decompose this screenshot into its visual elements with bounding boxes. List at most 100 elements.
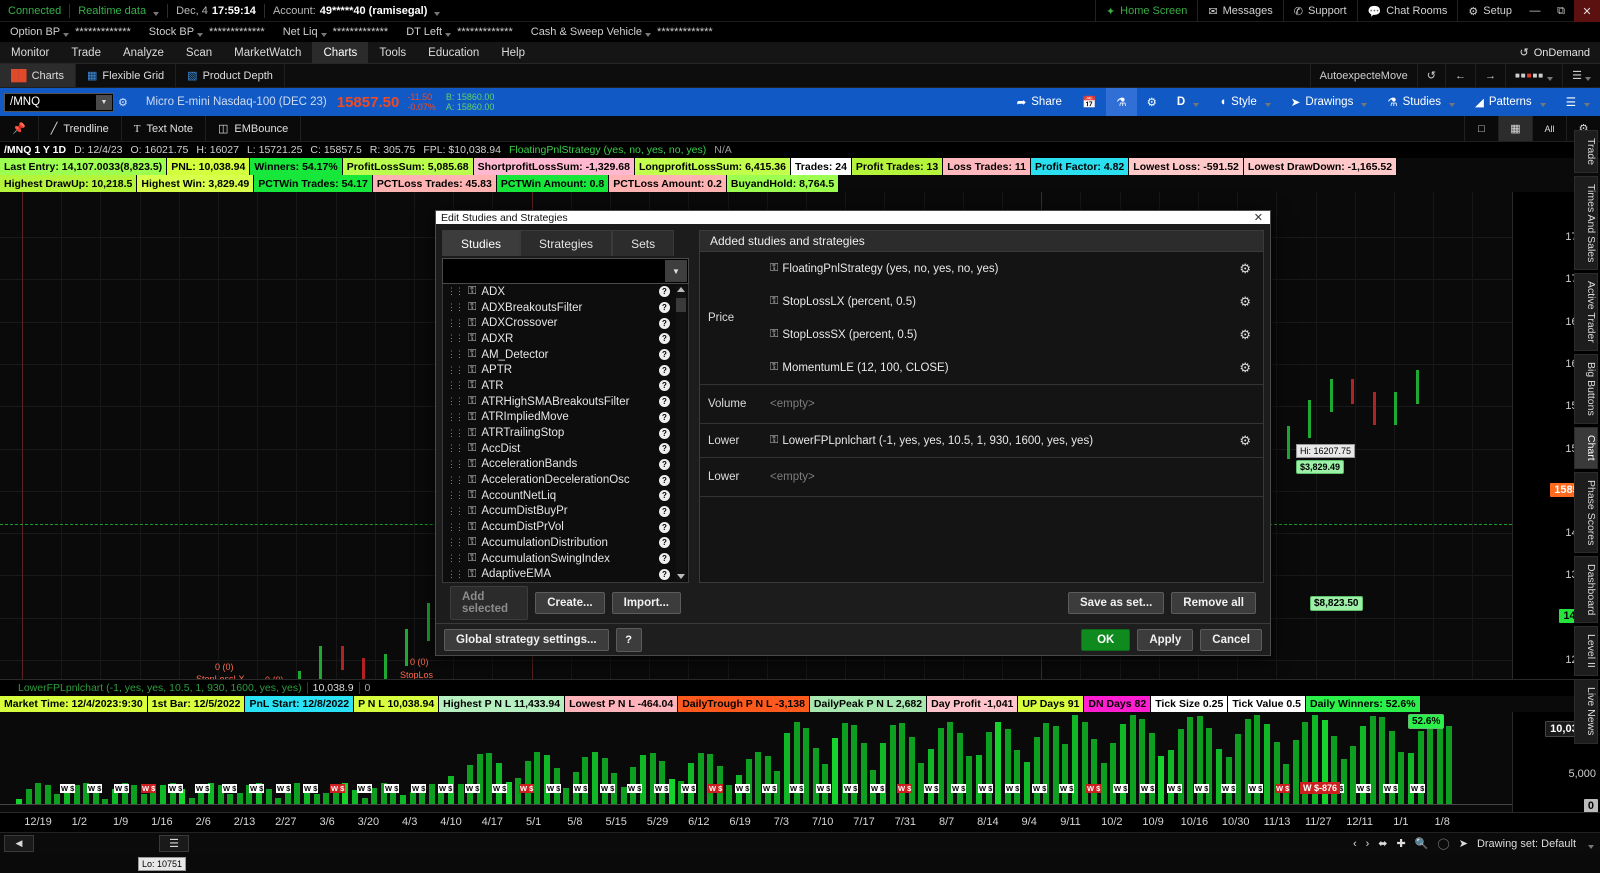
drawings-button[interactable]: ➤Drawings bbox=[1281, 88, 1378, 116]
studies-button[interactable]: ⚗Studies bbox=[1377, 88, 1465, 116]
menu-item-marketwatch[interactable]: MarketWatch bbox=[223, 42, 312, 63]
drag-handle-icon[interactable]: ⋮⋮ bbox=[447, 443, 463, 454]
chevron-down-icon[interactable]: ▼ bbox=[96, 95, 112, 110]
trendline-tool[interactable]: ╱Trendline bbox=[39, 116, 122, 141]
dialog-close-icon[interactable]: ✕ bbox=[1252, 211, 1265, 224]
help-icon[interactable]: ? bbox=[659, 553, 670, 564]
dock-tab-level-ii[interactable]: Level II bbox=[1574, 626, 1598, 676]
style-button[interactable]: ◖Style bbox=[1209, 88, 1281, 116]
home-screen-button[interactable]: ✦Home Screen bbox=[1095, 0, 1197, 22]
lower-study-name[interactable]: LowerFPLpnlchart (-1, yes, yes, 10.5, 1,… bbox=[0, 682, 302, 694]
help-icon[interactable]: ? bbox=[659, 396, 670, 407]
single-chart-button[interactable]: □ bbox=[1464, 116, 1498, 141]
text-note-tool[interactable]: TText Note bbox=[122, 116, 206, 141]
restore-button[interactable]: ⧉ bbox=[1548, 0, 1574, 22]
dialog-tab-studies[interactable]: Studies bbox=[442, 230, 520, 256]
edit-studies-dialog[interactable]: Edit Studies and Strategies ✕ StudiesStr… bbox=[435, 210, 1271, 656]
help-icon[interactable]: ? bbox=[659, 506, 670, 517]
add-selected-button[interactable]: Add selected bbox=[450, 586, 528, 620]
snapshot-button[interactable]: 📅 bbox=[1072, 88, 1106, 116]
menu-item-monitor[interactable]: Monitor bbox=[0, 42, 60, 63]
tab-charts[interactable]: ██ Charts bbox=[0, 64, 76, 87]
added-studies-list[interactable]: Price⚿FloatingPnlStrategy (yes, no, yes,… bbox=[699, 252, 1264, 583]
drawing-set-label[interactable]: Drawing set: Default bbox=[1477, 838, 1576, 850]
help-icon[interactable]: ? bbox=[659, 428, 670, 439]
gear-icon[interactable]: ⚙ bbox=[1239, 433, 1251, 449]
drag-handle-icon[interactable]: ⋮⋮ bbox=[447, 333, 463, 344]
menu-item-analyze[interactable]: Analyze bbox=[112, 42, 175, 63]
time-axis[interactable]: 12/191/21/91/162/62/132/273/63/204/34/10… bbox=[0, 812, 1600, 832]
study-list-item[interactable]: ⋮⋮⚿AccelerationDecelerationOsc? bbox=[443, 472, 688, 488]
drag-handle-icon[interactable]: ⋮⋮ bbox=[447, 537, 463, 548]
tab-flexible-grid[interactable]: ▦ Flexible Grid bbox=[76, 64, 176, 87]
dock-tab-active-trader[interactable]: Active Trader bbox=[1574, 273, 1598, 351]
chart-menu-button[interactable]: ☰ bbox=[1556, 88, 1600, 116]
forward-button[interactable]: → bbox=[1475, 64, 1505, 88]
drag-handle-icon[interactable]: ⋮⋮ bbox=[447, 349, 463, 360]
dock-tab-live-news[interactable]: Live News bbox=[1574, 679, 1598, 743]
messages-button[interactable]: ✉Messages bbox=[1197, 0, 1282, 22]
study-list-item[interactable]: ⋮⋮⚿AccumulationSwingIndex? bbox=[443, 551, 688, 567]
menu-item-charts[interactable]: Charts bbox=[312, 42, 368, 63]
added-study-item[interactable]: ⚿StopLossLX (percent, 0.5)⚙ bbox=[770, 285, 1263, 318]
cancel-button[interactable]: Cancel bbox=[1200, 629, 1262, 651]
study-list-item[interactable]: ⋮⋮⚿AccumDistPrVol? bbox=[443, 519, 688, 535]
drag-handle-icon[interactable]: ⋮⋮ bbox=[447, 286, 463, 297]
back-button[interactable]: ← bbox=[1445, 64, 1475, 88]
account-selector[interactable]: Account: 49*****40 (ramisegal) bbox=[265, 0, 448, 22]
dock-tab-big-buttons[interactable]: Big Buttons bbox=[1574, 354, 1598, 424]
menu-item-scan[interactable]: Scan bbox=[175, 42, 223, 63]
added-study-item[interactable]: ⚿StopLossSX (percent, 0.5)⚙ bbox=[770, 318, 1263, 351]
gear-icon[interactable]: ⚙ bbox=[1239, 261, 1251, 277]
drag-handle-icon[interactable]: ⋮⋮ bbox=[447, 490, 463, 501]
share-button[interactable]: ➦Share bbox=[1007, 88, 1072, 116]
setup-button[interactable]: ⚙Setup bbox=[1457, 0, 1522, 22]
drag-handle-icon[interactable]: ⋮⋮ bbox=[447, 318, 463, 329]
realtime-data-status[interactable]: Realtime data bbox=[70, 0, 167, 22]
menu-item-tools[interactable]: Tools bbox=[368, 42, 417, 63]
chart-reset-button[interactable]: ☰ bbox=[159, 835, 189, 852]
added-study-item[interactable]: ⚿LowerFPLpnlchart (-1, yes, yes, 10.5, 1… bbox=[770, 424, 1263, 457]
close-button[interactable]: ✕ bbox=[1574, 0, 1600, 22]
menu-button[interactable]: ☰ bbox=[1562, 64, 1600, 88]
minimize-button[interactable]: — bbox=[1522, 0, 1548, 22]
menu-item-trade[interactable]: Trade bbox=[60, 42, 112, 63]
study-list-item[interactable]: ⋮⋮⚿ADX? bbox=[443, 284, 688, 300]
timeframe-button[interactable]: D bbox=[1167, 88, 1209, 116]
study-list-item[interactable]: ⋮⋮⚿ADXR? bbox=[443, 331, 688, 347]
dialog-tab-strategies[interactable]: Strategies bbox=[520, 230, 612, 256]
apply-button[interactable]: Apply bbox=[1137, 629, 1193, 651]
patterns-button[interactable]: ◢Patterns bbox=[1465, 88, 1556, 116]
lower-study-panel[interactable]: LowerFPLpnlchart (-1, yes, yes, 10.5, 1,… bbox=[0, 679, 1600, 812]
drag-handle-icon[interactable]: ⋮⋮ bbox=[447, 459, 463, 470]
help-icon[interactable]: ? bbox=[659, 380, 670, 391]
global-strategy-settings-button[interactable]: Global strategy settings... bbox=[444, 629, 609, 651]
pnl-histogram[interactable]: W $W $W $W $W $W $W $W $W $W $W $W $W $W… bbox=[0, 712, 1600, 813]
study-list-item[interactable]: ⋮⋮⚿AccountNetLiq? bbox=[443, 488, 688, 504]
chat-rooms-button[interactable]: 💬Chat Rooms bbox=[1357, 0, 1458, 22]
help-icon[interactable]: ? bbox=[659, 475, 670, 486]
drag-handle-icon[interactable]: ⋮⋮ bbox=[447, 396, 463, 407]
drag-handle-icon[interactable]: ⋮⋮ bbox=[447, 506, 463, 517]
remove-all-button[interactable]: Remove all bbox=[1171, 592, 1256, 614]
study-list[interactable]: ⋮⋮⚿ADX?⋮⋮⚿ADXBreakoutsFilter?⋮⋮⚿ADXCross… bbox=[442, 284, 689, 583]
scroll-up-icon[interactable] bbox=[677, 287, 685, 292]
help-icon[interactable]: ? bbox=[659, 537, 670, 548]
menu-item-help[interactable]: Help bbox=[490, 42, 536, 63]
studies-flask-button[interactable]: ⚗ bbox=[1106, 88, 1136, 116]
help-icon[interactable]: ? bbox=[659, 333, 670, 344]
study-list-item[interactable]: ⋮⋮⚿AccDist? bbox=[443, 441, 688, 457]
ohlc-strategy[interactable]: FloatingPnlStrategy (yes, no, yes, no, y… bbox=[505, 144, 710, 156]
zoom-in-icon[interactable]: 🔍 bbox=[1415, 837, 1429, 850]
help-icon[interactable]: ? bbox=[659, 318, 670, 329]
ok-button[interactable]: OK bbox=[1081, 629, 1130, 651]
pin-tool[interactable]: 📌 bbox=[0, 116, 39, 141]
study-list-item[interactable]: ⋮⋮⚿ADXCrossover? bbox=[443, 315, 688, 331]
help-icon[interactable]: ? bbox=[659, 365, 670, 376]
help-icon[interactable]: ? bbox=[659, 459, 670, 470]
study-list-scrollbar[interactable] bbox=[676, 286, 686, 580]
study-list-item[interactable]: ⋮⋮⚿ATRHighSMABreakoutsFilter? bbox=[443, 394, 688, 410]
drag-handle-icon[interactable]: ⋮⋮ bbox=[447, 522, 463, 533]
chart-settings-button[interactable]: ⚙ bbox=[1137, 88, 1167, 116]
drag-handle-icon[interactable]: ⋮⋮ bbox=[447, 380, 463, 391]
